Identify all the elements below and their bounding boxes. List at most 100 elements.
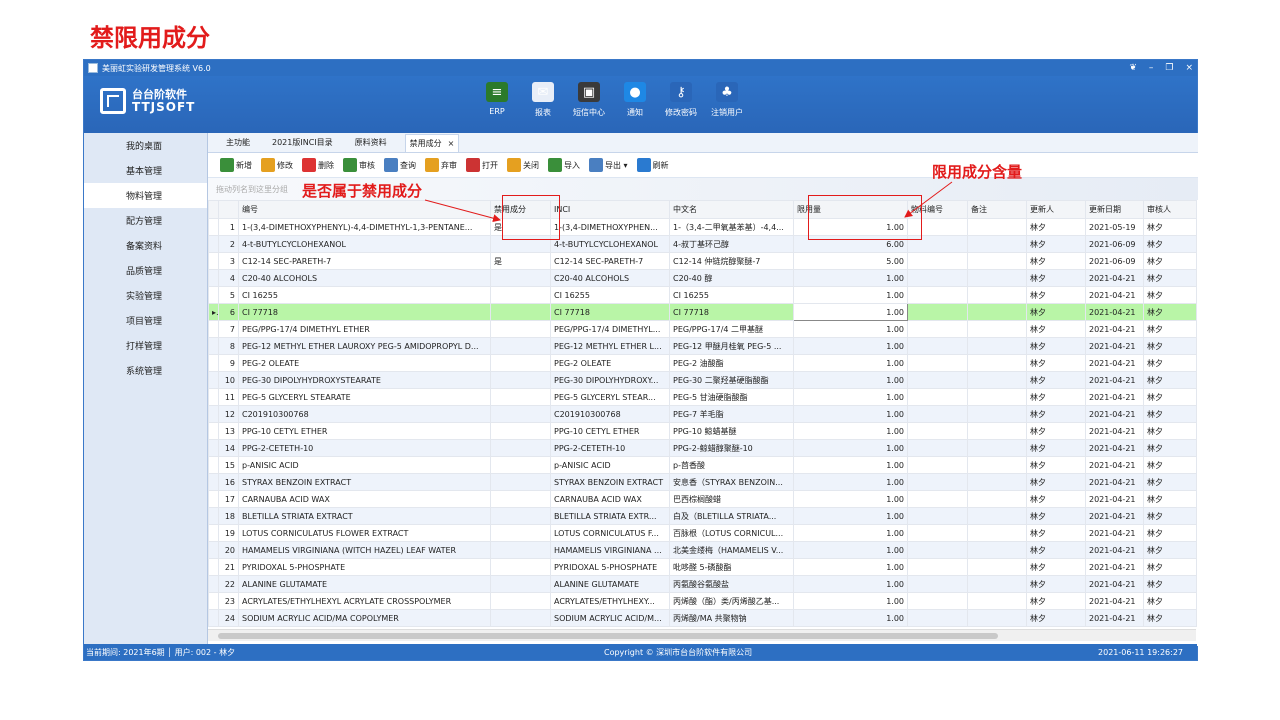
table-cell[interactable] [490, 354, 551, 372]
table-cell[interactable] [907, 558, 968, 576]
table-cell[interactable]: 18 [218, 507, 239, 525]
action-button[interactable]: 修改 [261, 158, 293, 172]
table-cell[interactable] [907, 609, 968, 627]
table-cell[interactable]: 林夕 [1026, 575, 1086, 593]
table-cell[interactable]: 2 [218, 235, 239, 253]
table-row[interactable]: 24 SODIUM ACRYLIC ACID/MA COPOLYMER SODIUM… [208, 609, 1197, 627]
action-button[interactable]: 新增 [220, 158, 252, 172]
column-header[interactable]: 编号 [238, 200, 491, 219]
table-cell[interactable] [967, 269, 1027, 287]
table-cell[interactable]: 1.00 [793, 337, 908, 355]
table-cell[interactable]: 2021-04-21 [1085, 524, 1144, 542]
table-row[interactable]: 15 p-ANISIC ACID p-ANISIC ACID p-茴香酸 1.00 林夕 2… [208, 456, 1197, 474]
table-cell[interactable]: PPG-2-CETETH-10 [550, 439, 670, 457]
table-row[interactable]: 3 C12-14 SEC-PARETH-7 是 C12-14 SEC-PARETH-7… [208, 252, 1197, 270]
table-cell[interactable] [967, 388, 1027, 406]
table-row[interactable]: 23 ACRYLATES/ETHYLHEXYL ACRYLATE CROSSPOL… [208, 592, 1197, 610]
table-row[interactable]: 21 PYRIDOXAL 5-PHOSPHATE PYRIDOXAL 5-PHOSP… [208, 558, 1197, 576]
table-cell[interactable]: 林夕 [1143, 541, 1197, 559]
table-cell[interactable]: 1.00 [793, 405, 908, 423]
table-cell[interactable]: 2021-04-21 [1085, 354, 1144, 372]
table-cell[interactable]: 白及（BLETILLA STRIATA... [669, 507, 794, 525]
table-cell[interactable]: 11 [218, 388, 239, 406]
column-header[interactable]: 中文名 [669, 200, 794, 219]
table-cell[interactable]: 2021-05-19 [1085, 218, 1144, 236]
table-cell[interactable] [907, 354, 968, 372]
table-cell[interactable] [490, 439, 551, 457]
table-cell[interactable]: PPG-2-CETETH-10 [238, 439, 491, 457]
table-cell[interactable]: 林夕 [1143, 354, 1197, 372]
action-button[interactable]: 打开 [466, 158, 498, 172]
tab-item[interactable]: 原料资料 [351, 134, 391, 151]
table-cell[interactable] [967, 235, 1027, 253]
table-cell[interactable]: 林夕 [1143, 507, 1197, 525]
table-cell[interactable]: 丙烯酸/MA 共聚物钠 [669, 609, 794, 627]
table-cell[interactable]: 1.00 [793, 473, 908, 491]
table-cell[interactable]: 林夕 [1026, 371, 1086, 389]
table-cell[interactable] [490, 303, 551, 321]
table-cell[interactable] [967, 422, 1027, 440]
table-cell[interactable]: PEG-2 OLEATE [238, 354, 491, 372]
table-cell[interactable]: 22 [218, 575, 239, 593]
table-cell[interactable]: 林夕 [1026, 388, 1086, 406]
table-cell[interactable]: 5.00 [793, 252, 908, 270]
table-row[interactable]: 20 HAMAMELIS VIRGINIANA (WITCH HAZEL) LEA… [208, 541, 1197, 559]
toolbar-sms-button[interactable]: ▣ 短信中心 [566, 82, 612, 118]
table-cell[interactable] [907, 575, 968, 593]
table-cell[interactable] [907, 541, 968, 559]
table-cell[interactable]: 1.00 [793, 490, 908, 508]
table-cell[interactable] [490, 286, 551, 304]
table-cell[interactable] [907, 337, 968, 355]
table-row[interactable]: 1 1-(3,4-DIMETHOXYPHENYL)-4,4-DIMETHYL-1,… [208, 218, 1197, 236]
table-cell[interactable]: 林夕 [1026, 303, 1086, 321]
tab-item[interactable]: 主功能 [222, 134, 254, 151]
table-cell[interactable]: PYRIDOXAL 5-PHOSPHATE [550, 558, 670, 576]
table-cell[interactable]: 林夕 [1026, 609, 1086, 627]
table-cell[interactable]: 1.00 [793, 269, 908, 287]
table-cell[interactable]: 林夕 [1143, 558, 1197, 576]
table-cell[interactable]: CI 77718 [238, 303, 491, 321]
sidebar-item[interactable]: 品质管理 [84, 258, 207, 283]
table-cell[interactable]: 1.00 [793, 439, 908, 457]
table-cell[interactable] [907, 286, 968, 304]
table-cell[interactable]: 17 [218, 490, 239, 508]
table-cell[interactable] [967, 541, 1027, 559]
table-cell[interactable]: 15 [218, 456, 239, 474]
tab-item[interactable]: 禁用成分 × [404, 133, 460, 152]
table-cell[interactable]: 2021-04-21 [1085, 439, 1144, 457]
table-cell[interactable]: 2021-04-21 [1085, 269, 1144, 287]
table-cell[interactable]: PEG-2 油酸酯 [669, 354, 794, 372]
table-cell[interactable]: 林夕 [1143, 218, 1197, 236]
table-cell[interactable]: 20 [218, 541, 239, 559]
table-cell[interactable] [967, 320, 1027, 338]
table-row[interactable]: 13 PPG-10 CETYL ETHER PPG-10 CETYL ETHER PP… [208, 422, 1197, 440]
column-header[interactable]: INCI [550, 200, 670, 219]
table-cell[interactable]: C20-40 醇 [669, 269, 794, 287]
table-cell[interactable] [907, 320, 968, 338]
table-cell[interactable]: 2021-04-21 [1085, 337, 1144, 355]
table-cell[interactable] [967, 456, 1027, 474]
table-cell[interactable]: 13 [218, 422, 239, 440]
table-cell[interactable]: PEG/PPG-17/4 DIMETHYL... [550, 320, 670, 338]
table-cell[interactable] [907, 507, 968, 525]
table-cell[interactable]: 2021-04-21 [1085, 388, 1144, 406]
table-cell[interactable]: 林夕 [1143, 490, 1197, 508]
table-cell[interactable]: 林夕 [1143, 337, 1197, 355]
sidebar-item[interactable]: 打样管理 [84, 333, 207, 358]
table-cell[interactable]: 10 [218, 371, 239, 389]
table-cell[interactable]: 4-叔丁基环己醇 [669, 235, 794, 253]
table-cell[interactable]: PPG-10 CETYL ETHER [550, 422, 670, 440]
table-cell[interactable]: CI 16255 [550, 286, 670, 304]
table-cell[interactable] [907, 388, 968, 406]
table-cell[interactable]: 1.00 [793, 592, 908, 610]
table-cell[interactable]: 2021-06-09 [1085, 235, 1144, 253]
table-cell[interactable] [967, 439, 1027, 457]
column-header[interactable]: 更新人 [1026, 200, 1086, 219]
table-cell[interactable]: 1.00 [793, 422, 908, 440]
table-cell[interactable]: CI 77718 [669, 303, 794, 321]
table-row[interactable]: 2 4-t-BUTYLCYCLOHEXANOL 4-t-BUTYLCYCLOHEXA… [208, 235, 1197, 253]
table-cell[interactable] [907, 524, 968, 542]
table-cell[interactable]: PEG-5 甘油硬脂酸酯 [669, 388, 794, 406]
action-button[interactable]: 导入 [548, 158, 580, 172]
table-cell[interactable]: 23 [218, 592, 239, 610]
